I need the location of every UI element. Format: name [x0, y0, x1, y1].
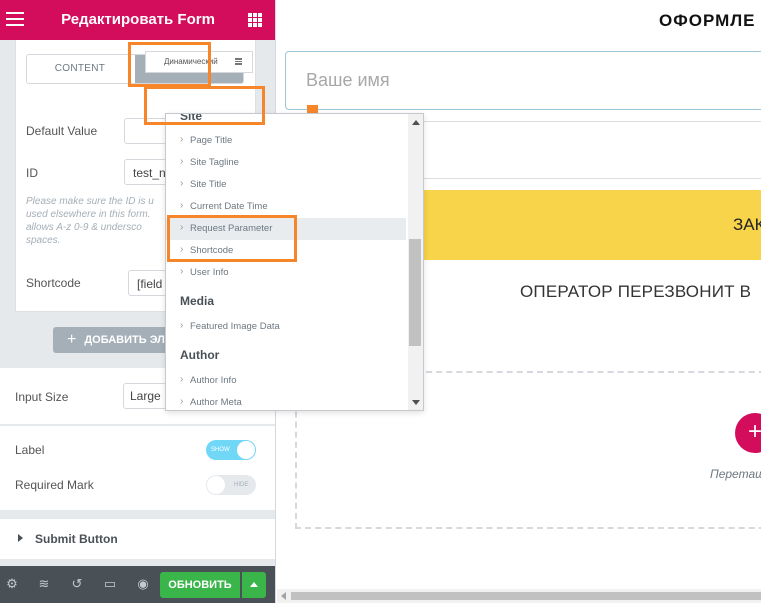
responsive-icon[interactable]: ▭	[102, 576, 118, 592]
add-item-label: ДОБАВИТЬ ЭЛ	[84, 334, 165, 346]
panel-header: Редактировать Form	[0, 0, 275, 40]
horizontal-scrollbar-thumb[interactable]	[291, 592, 761, 600]
dropdown-item-author-info[interactable]: Author Info	[166, 369, 406, 392]
database-icon	[235, 58, 242, 65]
dropdown-item-site-tagline[interactable]: Site Tagline	[166, 151, 406, 174]
required-toggle-text: HIDE	[234, 482, 249, 488]
dropdown-item-site-title[interactable]: Site Title	[166, 173, 406, 196]
dynamic-tags-dropdown: Site Page Title Site Tagline Site Title …	[165, 113, 424, 411]
dropdown-scrollbar-thumb[interactable]	[409, 239, 421, 346]
panel-footer: ⚙ ≋ ↺ ▭ ◉ ОБНОВИТЬ	[0, 566, 275, 603]
toggle-knob	[237, 441, 255, 459]
submit-section-title: Submit Button	[35, 532, 118, 546]
toggle-knob	[207, 476, 225, 494]
label-toggle-text: SHOW	[211, 447, 230, 453]
menu-icon[interactable]	[6, 12, 24, 27]
shortcode-label: Shortcode	[26, 276, 81, 290]
history-icon[interactable]: ↺	[69, 576, 85, 592]
plus-icon: +	[67, 331, 77, 348]
highlight-request-parameter	[167, 215, 297, 262]
default-value-label: Default Value	[26, 124, 98, 138]
id-help-text: Please make sure the ID is u used elsewh…	[26, 196, 154, 246]
dropdown-group-media: Media	[180, 294, 215, 308]
settings-icon[interactable]: ⚙	[4, 576, 20, 592]
panel-title: Редактировать Form	[61, 11, 215, 28]
id-label: ID	[26, 166, 38, 180]
scroll-left-arrow-icon[interactable]	[281, 592, 286, 600]
highlight-advanced-tab	[128, 42, 211, 87]
caret-right-icon	[18, 534, 23, 542]
input-size-label: Input Size	[15, 390, 69, 404]
submit-button-section[interactable]: Submit Button	[0, 519, 275, 559]
dropdown-item-author-meta[interactable]: Author Meta	[166, 391, 406, 410]
required-mark-toggle[interactable]: HIDE	[206, 475, 256, 495]
scroll-down-arrow-icon[interactable]	[412, 400, 420, 405]
dropdown-item-user-info[interactable]: User Info	[166, 261, 406, 284]
tab-content[interactable]: CONTENT	[27, 55, 133, 83]
operator-callback-text: ОПЕРАТОР ПЕРЕЗВОНИТ В	[520, 282, 752, 301]
widgets-grid-icon[interactable]	[248, 13, 262, 27]
input-size-select[interactable]: Large	[123, 383, 167, 409]
update-button[interactable]: ОБНОВИТЬ	[160, 572, 240, 598]
label-toggle[interactable]: SHOW	[206, 440, 256, 460]
dropdown-group-author: Author	[180, 348, 220, 362]
required-mark-label: Required Mark	[15, 478, 94, 492]
drag-widget-hint: Перетащ	[710, 467, 761, 481]
highlight-dynamic-button	[144, 86, 265, 125]
dropdown-item-page-title[interactable]: Page Title	[166, 129, 406, 152]
dropdown-item-featured-image-data[interactable]: Featured Image Data	[166, 315, 406, 338]
preview-eye-icon[interactable]: ◉	[135, 576, 151, 592]
label-label: Label	[15, 443, 45, 457]
add-item-button[interactable]: + ДОБАВИТЬ ЭЛ	[53, 327, 173, 353]
layers-icon[interactable]: ≋	[36, 576, 52, 592]
scroll-up-arrow-icon[interactable]	[412, 120, 420, 125]
name-input[interactable]: Ваше имя	[285, 51, 761, 110]
form-submit-label: ЗАК	[733, 215, 761, 234]
label-section: Label SHOW Required Mark HIDE	[0, 426, 275, 510]
page-heading: ОФОРМЛЕ	[659, 11, 756, 30]
update-options-button[interactable]	[242, 572, 266, 598]
